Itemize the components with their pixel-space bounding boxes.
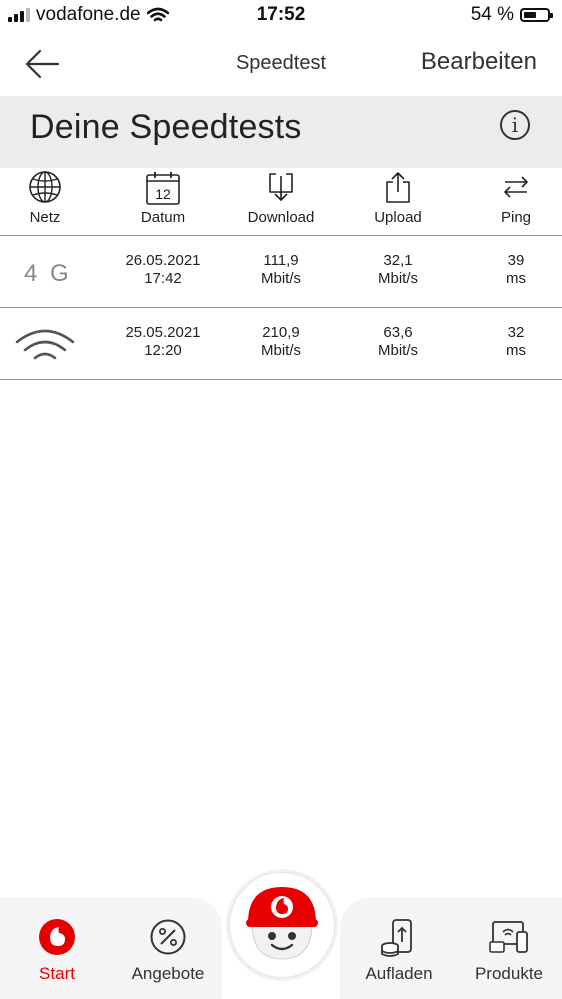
download-value: 111,9 [263,252,299,269]
column-label: Ping [500,209,532,226]
ping-unit: ms [506,342,526,359]
download-unit: Mbit/s [260,270,301,287]
calendar-icon-text: 12 [155,186,171,202]
download-icon [269,173,293,201]
upload-unit: Mbit/s [377,342,418,359]
date-cell: 26.05.2021 17:42 [103,252,223,288]
network-type-label: 4 G [24,260,72,287]
download-cell: 111,9 Mbit/s [221,252,341,288]
column-headers: Netz 12 Datum Download Upload Ping [0,168,562,236]
ping-cell: 32 ms [456,324,562,360]
upload-cell: 63,6 Mbit/s [338,324,458,360]
ping-arrows-icon [504,176,528,198]
upload-value: 32,1 [383,252,413,269]
column-ping: Ping [456,168,562,236]
tab-panel-left: Start Angebote [0,898,222,999]
column-label: Datum [140,209,186,226]
ping-unit: ms [506,270,526,287]
time-value: 17:42 [144,270,182,287]
tab-label: Produkte [474,964,544,983]
upload-unit: Mbit/s [377,270,418,287]
download-unit: Mbit/s [260,342,301,359]
edit-button[interactable]: Bearbeiten [421,48,537,76]
navigation-bar: Speedtest Bearbeiten [0,34,562,94]
time-value: 12:20 [144,342,182,359]
column-download: Download [221,168,341,236]
status-right: 54 % [470,4,553,26]
tab-label: Start [39,964,75,983]
speedtest-row[interactable]: 4 G 26.05.2021 17:42 111,9 Mbit/s 32,1 M… [0,236,562,308]
ping-value: 32 [507,324,525,341]
column-netz: Netz [0,168,90,236]
tobi-assistant-icon [246,887,318,960]
section-header: Deine Speedtests i [0,96,562,168]
column-upload: Upload [338,168,458,236]
column-label: Upload [374,209,422,226]
percent-icon [150,919,186,955]
upload-value: 63,6 [383,324,413,341]
date-value: 26.05.2021 [125,252,201,269]
ping-value: 39 [507,252,525,269]
battery-icon [520,8,553,22]
tab-label: Angebote [131,964,205,983]
assistant-button[interactable] [229,872,335,978]
info-icon[interactable]: i [500,110,530,140]
devices-icon [489,921,528,953]
calendar-icon: 12 [146,172,180,205]
vodafone-logo-icon [39,919,75,955]
tab-panel-right: Aufladen Produkte [340,898,562,999]
ping-cell: 39 ms [456,252,562,288]
date-value: 25.05.2021 [125,324,201,341]
upload-icon [386,172,410,203]
column-label: Download [247,209,315,226]
battery-percent: 54 % [470,4,514,25]
date-cell: 25.05.2021 12:20 [103,324,223,360]
phone-coins-icon [381,919,412,957]
column-datum: 12 Datum [103,168,223,236]
column-label: Netz [29,209,61,226]
section-heading: Deine Speedtests [30,108,302,146]
tab-label: Aufladen [365,964,433,983]
wifi-icon [15,329,75,360]
upload-cell: 32,1 Mbit/s [338,252,458,288]
download-value: 210,9 [262,324,300,341]
speedtest-row[interactable]: 25.05.2021 12:20 210,9 Mbit/s 63,6 Mbit/… [0,308,562,380]
globe-icon [29,171,61,203]
download-cell: 210,9 Mbit/s [221,324,341,360]
status-bar: vodafone.de 17:52 54 % [0,0,562,32]
